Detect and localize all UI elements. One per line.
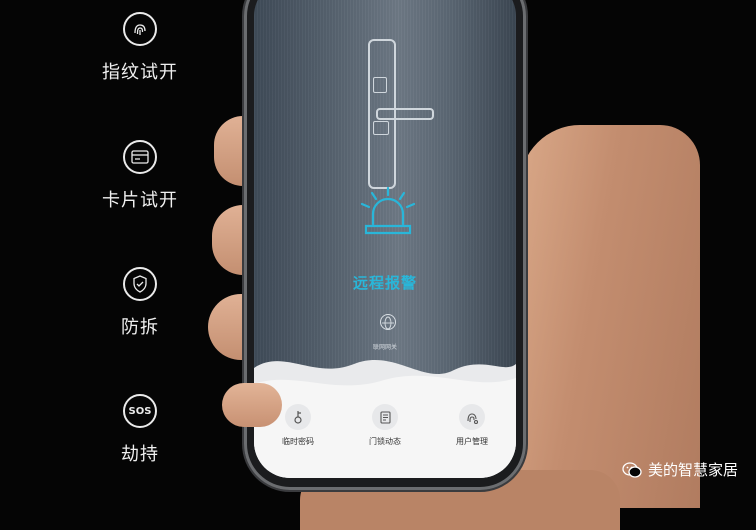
sos-icon: SOS [123,394,157,428]
user-settings-icon [459,404,485,430]
watermark: 美的智慧家居 [622,459,738,480]
document-icon [372,404,398,430]
feature-label: 防拆 [121,317,159,338]
hand [520,125,700,508]
feature-hijack: SOS 劫持 [92,394,188,466]
alarm-label: 远程报警 [352,274,417,292]
nav-lock-activity[interactable]: 门锁动态 [345,404,425,447]
shield-icon [123,267,157,301]
feature-label: 劫持 [121,444,159,465]
wechat-icon [622,461,642,478]
thumb [222,383,282,427]
key-icon [285,404,311,430]
feature-tamper: 防拆 [92,267,188,339]
feature-label: 卡片试开 [102,190,178,211]
fingerprint-icon [123,12,157,46]
globe-icon [380,314,396,330]
feature-label: 指纹试开 [102,62,178,83]
phone: 远程报警 联网网关 临时密码 门锁动态 用户管理 [244,0,526,490]
door-lock-illustration [368,39,434,189]
nav-label: 门锁动态 [369,437,401,446]
feature-card: 卡片试开 [92,140,188,212]
nav-user-management[interactable]: 用户管理 [432,404,512,447]
feature-fingerprint: 指纹试开 [92,12,188,84]
nav-label: 临时密码 [282,437,314,446]
card-icon [123,140,157,174]
phone-screen: 远程报警 联网网关 临时密码 门锁动态 用户管理 [254,0,516,478]
alarm-icon [360,186,416,235]
nav-label: 用户管理 [456,437,488,446]
watermark-text: 美的智慧家居 [647,461,738,479]
